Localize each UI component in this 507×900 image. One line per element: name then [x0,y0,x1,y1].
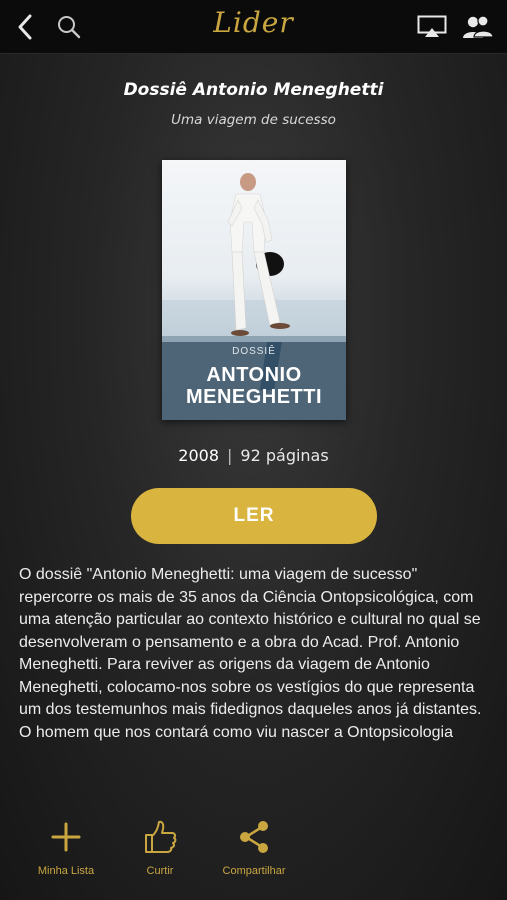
book-subtitle: Uma viagem de sucesso [171,112,336,128]
share-label: Compartilhar [222,865,286,877]
cover-author-name: ANTONIO MENEGHETTI [162,364,346,408]
read-button[interactable]: LER [131,488,377,544]
book-meta: 2008 | 92 páginas [0,446,507,465]
cover-name-line1: ANTONIO [206,364,302,386]
action-bar: Minha Lista Curtir Compartilhar [0,815,507,885]
book-title: Dossiê Antonio Meneghetti [123,80,384,100]
airplay-icon [417,15,447,37]
book-description: O dossiê "Antonio Meneghetti: uma viagem… [19,566,482,741]
book-detail-screen: Lider Dossiê Antonio Meneghetti Uma viag… [0,0,507,900]
airplay-button[interactable] [412,0,452,53]
book-cover[interactable]: DOSSIÊ ANTONIO MENEGHETTI [162,160,346,420]
share-button[interactable]: Compartilhar [199,815,309,877]
share-icon [240,821,268,853]
publication-year: 2008 [178,446,220,465]
cover-kicker: DOSSIÊ [232,346,276,357]
profiles-button[interactable] [458,0,498,53]
plus-icon [51,822,81,852]
page-count: 92 páginas [240,446,329,465]
top-navbar: Lider [0,0,507,54]
users-icon [463,14,494,38]
thumbs-up-icon [145,820,177,853]
cover-name-line2: MENEGHETTI [185,386,323,408]
meta-separator: | [227,446,233,465]
